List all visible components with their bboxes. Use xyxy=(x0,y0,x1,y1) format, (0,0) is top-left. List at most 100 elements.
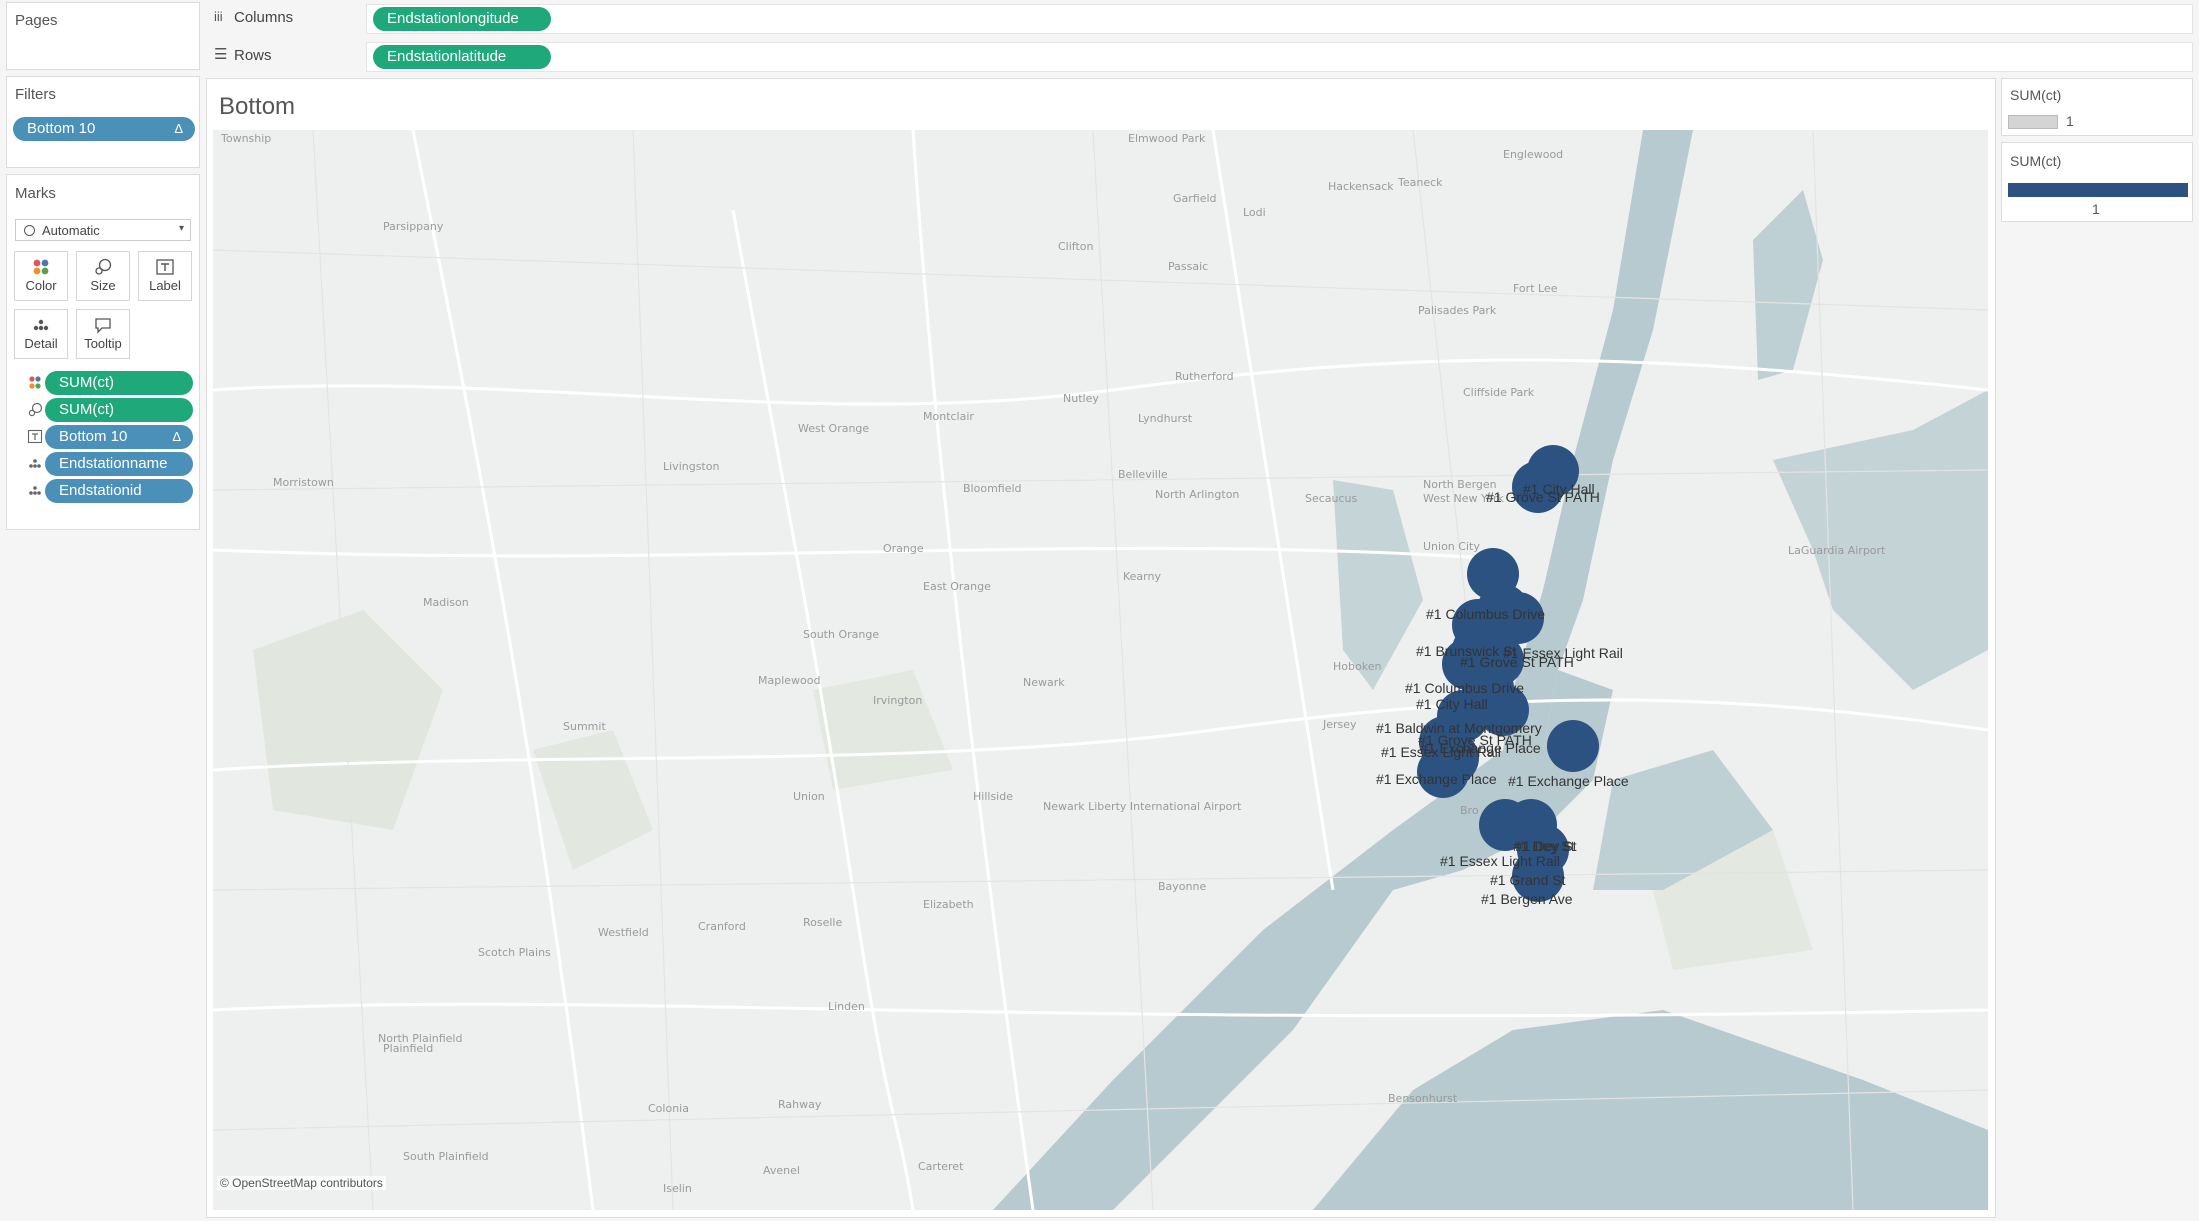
map-place-label: Nutley xyxy=(1063,392,1099,405)
map-place-label: Garfield xyxy=(1173,192,1217,205)
detail-dots-icon xyxy=(29,459,41,468)
map-place-label: Clifton xyxy=(1058,240,1094,253)
marks-label-button[interactable]: Label xyxy=(138,251,192,301)
map-place-label: Bloomfield xyxy=(963,482,1022,495)
size-legend-bar xyxy=(2008,183,2188,197)
map-attribution: © OpenStreetMap contributors xyxy=(217,1176,386,1190)
rows-pill-label: Endstationlatitude xyxy=(387,48,507,65)
label-text-icon xyxy=(156,259,174,275)
marks-label-label: Label xyxy=(149,278,181,293)
marks-size-label: Size xyxy=(90,278,116,293)
map-place-label: Bensonhurst xyxy=(1388,1092,1458,1105)
color-legend-title: SUM(ct) xyxy=(2010,87,2062,103)
marks-field-endstationname[interactable]: Endstationname xyxy=(45,452,193,476)
map-place-label: Township xyxy=(220,132,271,145)
marks-detail-button[interactable]: Detail xyxy=(14,309,68,359)
map-place-label: Iselin xyxy=(663,1182,692,1195)
map-place-label: Orange xyxy=(883,542,924,555)
filter-pill-bottom-10[interactable]: Bottom 10 Δ xyxy=(13,117,195,141)
map-place-label: Westfield xyxy=(598,926,649,939)
map-place-label: Hoboken xyxy=(1333,660,1381,673)
pages-title: Pages xyxy=(15,12,58,29)
columns-drop-area[interactable]: Endstationlongitude xyxy=(366,4,2193,34)
rows-shelf[interactable]: ☰ Rows Endstationlatitude xyxy=(206,40,2193,74)
map-canvas[interactable]: Township Elmwood Park Englewood Hackensack T… xyxy=(213,130,1988,1210)
marks-field-bottom-10[interactable]: Bottom 10 Δ xyxy=(45,425,193,449)
station-mark-label: #1 Dey St xyxy=(1515,838,1577,854)
mark-type-select[interactable]: Automatic ▾ xyxy=(15,219,191,241)
detail-dots-icon xyxy=(29,486,41,495)
station-mark[interactable] xyxy=(1547,720,1599,772)
mark-type-value: Automatic xyxy=(42,223,100,238)
station-mark-label: #1 Essex Light Rail xyxy=(1440,853,1560,869)
size-shapes-icon xyxy=(28,402,43,417)
marks-color-button[interactable]: Color xyxy=(14,251,68,301)
map-place-label: West Orange xyxy=(798,422,869,435)
map-place-label: Parsippany xyxy=(383,220,444,233)
marks-field-endstationid[interactable]: Endstationid xyxy=(45,479,193,503)
map-place-label: Carteret xyxy=(918,1160,964,1173)
map-place-label: Fort Lee xyxy=(1513,282,1558,295)
map-place-label: North Arlington xyxy=(1155,488,1239,501)
size-shapes-icon xyxy=(95,258,112,275)
color-legend-card[interactable]: SUM(ct) 1 xyxy=(2001,78,2193,136)
size-legend-card[interactable]: SUM(ct) 1 xyxy=(2001,142,2193,222)
columns-pill[interactable]: Endstationlongitude xyxy=(373,7,551,31)
columns-shelf[interactable]: iii Columns Endstationlongitude xyxy=(206,2,2193,36)
map-place-label: Maplewood xyxy=(758,674,820,687)
marks-title: Marks xyxy=(15,185,56,202)
map-place-label: Colonia xyxy=(648,1102,689,1115)
size-legend-value: 1 xyxy=(2092,201,2100,217)
color-dots-icon xyxy=(33,259,49,275)
station-mark-label: #1 City Hall xyxy=(1416,696,1488,712)
filters-card[interactable]: Filters Bottom 10 Δ xyxy=(6,76,200,168)
field-pill-label: SUM(ct) xyxy=(59,374,114,391)
map-place-label: LaGuardia Airport xyxy=(1788,544,1886,557)
map-place-label: Linden xyxy=(828,1000,865,1013)
columns-label: Columns xyxy=(234,9,294,26)
map-place-label: Morristown xyxy=(273,476,334,489)
station-mark-label: #1 Grove St PATH xyxy=(1486,489,1600,505)
rows-pill[interactable]: Endstationlatitude xyxy=(373,45,551,69)
map-view[interactable]: Township Elmwood Park Englewood Hackensack T… xyxy=(213,130,1988,1210)
filters-title: Filters xyxy=(15,86,56,103)
tooltip-bubble-icon xyxy=(95,318,111,334)
station-mark-label: #1 Columbus Drive xyxy=(1426,606,1545,622)
marks-color-label: Color xyxy=(25,278,57,293)
label-text-icon xyxy=(27,429,43,444)
map-place-label: Englewood xyxy=(1503,148,1563,161)
map-place-label: Union City xyxy=(1423,540,1480,553)
field-pill-label: Endstationid xyxy=(59,482,142,499)
map-place-label: Teaneck xyxy=(1397,176,1443,189)
map-place-label: Rutherford xyxy=(1175,370,1234,383)
delta-icon: Δ xyxy=(172,429,181,444)
rows-drop-area[interactable]: Endstationlatitude xyxy=(366,42,2193,72)
map-place-label: Summit xyxy=(563,720,606,733)
station-mark-label: #1 Exchange Place xyxy=(1376,771,1497,787)
marks-size-button[interactable]: Size xyxy=(76,251,130,301)
marks-field-sum-ct-color[interactable]: SUM(ct) xyxy=(45,371,193,395)
filter-pill-label: Bottom 10 xyxy=(27,120,96,137)
map-place-label: Elizabeth xyxy=(923,898,974,911)
station-mark-label: #1 Grove St PATH xyxy=(1460,654,1574,670)
map-place-label: Secaucus xyxy=(1305,492,1358,505)
station-mark-label: #1 Columbus Drive xyxy=(1405,680,1524,696)
marks-tooltip-label: Tooltip xyxy=(84,336,122,351)
marks-card[interactable]: Marks Automatic ▾ Color Size Label Detai… xyxy=(6,174,200,530)
marks-tooltip-button[interactable]: Tooltip xyxy=(76,309,130,359)
field-pill-label: Bottom 10 xyxy=(59,428,128,445)
detail-dots-icon xyxy=(33,319,49,331)
pages-card[interactable]: Pages xyxy=(6,2,200,70)
station-mark-label: #1 Bergen Ave xyxy=(1481,891,1573,907)
field-pill-label: SUM(ct) xyxy=(59,401,114,418)
map-place-label: Bro xyxy=(1460,804,1479,817)
map-place-label: Cliffside Park xyxy=(1463,386,1535,399)
view-title: Bottom xyxy=(219,93,296,120)
station-mark-label: #1 Essex Light Rail xyxy=(1381,744,1501,760)
map-place-label: Kearny xyxy=(1123,570,1161,583)
marks-field-sum-ct-size[interactable]: SUM(ct) xyxy=(45,398,193,422)
map-place-label: Palisades Park xyxy=(1418,304,1497,317)
map-place-label: Union xyxy=(793,790,825,803)
columns-pill-label: Endstationlongitude xyxy=(387,10,519,27)
map-place-label: South Orange xyxy=(803,628,879,641)
